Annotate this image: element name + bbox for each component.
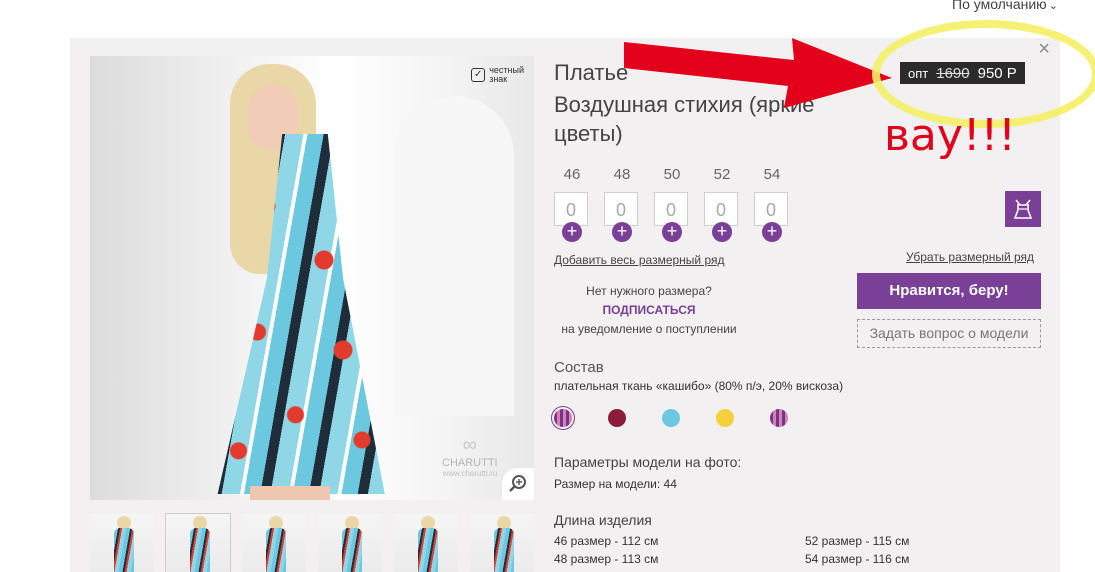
body-figure-icon bbox=[1013, 199, 1033, 219]
no-size-notice: Нет нужного размера? ПОДПИСАТЬСЯ на увед… bbox=[554, 282, 744, 339]
length-list-left: 46 размер - 112 см 48 размер - 113 см bbox=[554, 532, 658, 568]
photo-model-legs bbox=[250, 486, 330, 500]
plus-icon[interactable]: + bbox=[612, 222, 632, 242]
plus-icon[interactable]: + bbox=[562, 222, 582, 242]
buy-button[interactable]: Нравится, беру! bbox=[857, 273, 1041, 309]
size-label: 48 bbox=[613, 166, 631, 183]
honest-mark-badge: ✓ честный знак bbox=[471, 66, 524, 84]
size-label: 50 bbox=[663, 166, 681, 183]
size-column: 52 0 + bbox=[704, 166, 740, 242]
chevron-down-icon: ⌄ bbox=[1048, 0, 1058, 12]
size-chart-button[interactable] bbox=[1005, 191, 1041, 227]
thumbnail-active[interactable] bbox=[165, 513, 231, 572]
product-photo[interactable]: ✓ честный знак ∞ CHARUTTI www.charutti.r… bbox=[90, 56, 534, 500]
no-size-question: Нет нужного размера? bbox=[586, 284, 712, 298]
size-column: 46 0 + bbox=[554, 166, 590, 242]
brand-site: www.charutti.ru bbox=[442, 469, 498, 478]
ask-question-button[interactable]: Задать вопрос о модели bbox=[857, 319, 1041, 348]
product-title-type: Платье bbox=[554, 60, 629, 85]
thumbnail-strip bbox=[90, 513, 534, 572]
sort-label: По умолчанию bbox=[952, 0, 1047, 12]
remove-size-row-link[interactable]: Убрать размерный ряд bbox=[906, 250, 1034, 264]
brand-watermark: ∞ CHARUTTI www.charutti.ru bbox=[442, 434, 498, 478]
no-size-note: на уведомление о поступлении bbox=[561, 322, 737, 336]
color-swatch[interactable] bbox=[662, 409, 680, 427]
plus-icon[interactable]: + bbox=[712, 222, 732, 242]
size-column: 48 0 + bbox=[604, 166, 640, 242]
brand-name: CHARUTTI bbox=[442, 457, 498, 469]
length-item: 54 размер - 116 см bbox=[805, 552, 910, 566]
length-list-right: 52 размер - 115 см 54 размер - 116 см bbox=[805, 532, 909, 568]
size-label: 52 bbox=[713, 166, 731, 183]
thumbnail[interactable] bbox=[242, 514, 306, 572]
subscribe-link[interactable]: ПОДПИСАТЬСЯ bbox=[554, 301, 744, 320]
brand-logo-icon: ∞ bbox=[462, 434, 477, 456]
thumbnail[interactable] bbox=[470, 514, 534, 572]
color-swatch[interactable] bbox=[770, 409, 788, 427]
sort-dropdown[interactable]: По умолчанию ⌄ bbox=[952, 0, 1058, 12]
red-arrow-annotation bbox=[624, 38, 892, 108]
zoom-button[interactable] bbox=[502, 468, 534, 500]
model-params-heading: Параметры модели на фото: bbox=[554, 454, 742, 470]
honest-mark-line2: знак bbox=[489, 74, 508, 84]
color-swatch[interactable] bbox=[608, 409, 626, 427]
add-size-row-link[interactable]: Добавить весь размерный ряд bbox=[554, 253, 725, 267]
length-heading: Длина изделия bbox=[554, 512, 652, 528]
color-swatches bbox=[551, 406, 788, 430]
plus-icon[interactable]: + bbox=[662, 222, 682, 242]
annotation-text: вау!!! bbox=[884, 110, 1016, 161]
photo-background bbox=[394, 96, 514, 416]
model-params-text: Размер на модели: 44 bbox=[554, 477, 677, 491]
page: По умолчанию ⌄ × ✓ честный знак ∞ CHARUTT… bbox=[0, 0, 1095, 572]
composition-text: плательная ткань «кашибо» (80% п/э, 20% … bbox=[554, 379, 844, 393]
color-swatch[interactable] bbox=[716, 409, 734, 427]
thumbnail[interactable] bbox=[90, 514, 154, 572]
size-selector: 46 0 + 48 0 + 50 0 + 52 0 + 54 0 + bbox=[554, 166, 790, 242]
check-icon: ✓ bbox=[471, 68, 486, 82]
thumbnail[interactable] bbox=[394, 514, 458, 572]
size-label: 46 bbox=[563, 166, 581, 183]
length-item: 46 размер - 112 см bbox=[554, 534, 659, 548]
length-item: 52 размер - 115 см bbox=[805, 534, 910, 548]
thumbnail[interactable] bbox=[318, 514, 382, 572]
composition-heading: Состав bbox=[554, 359, 604, 376]
size-column: 50 0 + bbox=[654, 166, 690, 242]
length-item: 48 размер - 113 см bbox=[554, 552, 659, 566]
size-label: 54 bbox=[763, 166, 781, 183]
color-swatch-selected[interactable] bbox=[551, 406, 575, 430]
zoom-icon bbox=[509, 475, 526, 492]
plus-icon[interactable]: + bbox=[762, 222, 782, 242]
size-column: 54 0 + bbox=[754, 166, 790, 242]
